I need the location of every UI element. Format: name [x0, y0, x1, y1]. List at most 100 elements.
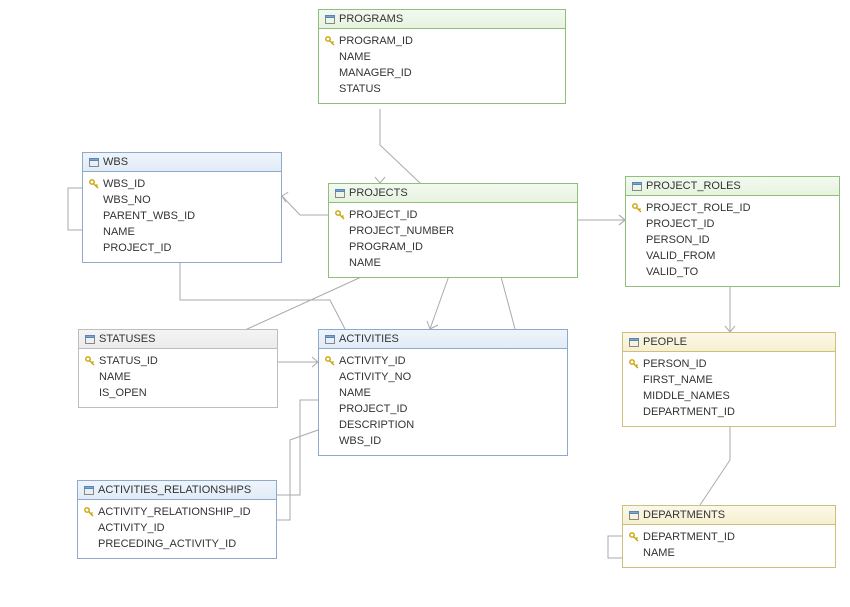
column-row: ACTIVITY_NO: [325, 369, 561, 385]
column-name: STATUS: [339, 81, 381, 97]
column-name: NAME: [103, 224, 135, 240]
entity-columns: STATUS_IDNAMEIS_OPEN: [79, 349, 277, 407]
entity-columns: DEPARTMENT_IDNAME: [623, 525, 835, 567]
column-row: PROJECT_ID: [89, 240, 275, 256]
column-name: DEPARTMENT_ID: [643, 529, 735, 545]
table-icon: [89, 158, 99, 167]
column-name: MIDDLE_NAMES: [643, 388, 730, 404]
column-name: PRECEDING_ACTIVITY_ID: [98, 536, 236, 552]
column-row: DESCRIPTION: [325, 417, 561, 433]
column-row: MANAGER_ID: [325, 65, 559, 81]
entity-columns: PERSON_IDFIRST_NAMEMIDDLE_NAMESDEPARTMEN…: [623, 352, 835, 426]
column-name: FIRST_NAME: [643, 372, 713, 388]
primary-key-icon: [89, 179, 99, 189]
column-row: ACTIVITY_ID: [84, 520, 270, 536]
entity-header: PROGRAMS: [319, 10, 565, 29]
column-row: DEPARTMENT_ID: [629, 529, 829, 545]
entity-columns: WBS_IDWBS_NOPARENT_WBS_IDNAMEPROJECT_ID: [83, 172, 281, 262]
column-row: VALID_TO: [632, 264, 833, 280]
column-row: NAME: [325, 385, 561, 401]
column-row: PROGRAM_ID: [325, 33, 559, 49]
entity-header: ACTIVITIES_RELATIONSHIPS: [78, 481, 276, 500]
column-row: STATUS: [325, 81, 559, 97]
column-name: ACTIVITY_ID: [339, 353, 406, 369]
column-name: PROGRAM_ID: [339, 33, 413, 49]
column-row: MIDDLE_NAMES: [629, 388, 829, 404]
column-name: NAME: [339, 385, 371, 401]
entity-header: WBS: [83, 153, 281, 172]
column-name: WBS_ID: [339, 433, 381, 449]
column-row: PROJECT_ROLE_ID: [632, 200, 833, 216]
entity-title: PEOPLE: [643, 336, 687, 348]
entity-header: PROJECT_ROLES: [626, 177, 839, 196]
column-name: PROJECT_ID: [646, 216, 714, 232]
primary-key-icon: [85, 356, 95, 366]
table-icon: [84, 486, 94, 495]
entity-people[interactable]: PEOPLE PERSON_IDFIRST_NAMEMIDDLE_NAMESDE…: [622, 332, 836, 427]
entity-title: PROJECT_ROLES: [646, 180, 741, 192]
entity-activities[interactable]: ACTIVITIES ACTIVITY_IDACTIVITY_NONAMEPRO…: [318, 329, 568, 456]
column-name: PROJECT_ID: [103, 240, 171, 256]
table-icon: [85, 335, 95, 344]
column-row: ACTIVITY_RELATIONSHIP_ID: [84, 504, 270, 520]
column-name: PROJECT_NUMBER: [349, 223, 454, 239]
column-name: PERSON_ID: [643, 356, 707, 372]
column-row: NAME: [89, 224, 275, 240]
column-name: DEPARTMENT_ID: [643, 404, 735, 420]
primary-key-icon: [335, 210, 345, 220]
column-row: STATUS_ID: [85, 353, 271, 369]
entity-project-roles[interactable]: PROJECT_ROLES PROJECT_ROLE_IDPROJECT_IDP…: [625, 176, 840, 287]
column-name: WBS_NO: [103, 192, 151, 208]
column-row: PERSON_ID: [632, 232, 833, 248]
entity-programs[interactable]: PROGRAMS PROGRAM_IDNAMEMANAGER_IDSTATUS: [318, 9, 566, 104]
entity-header: ACTIVITIES: [319, 330, 567, 349]
entity-departments[interactable]: DEPARTMENTS DEPARTMENT_IDNAME: [622, 505, 836, 568]
column-row: PROGRAM_ID: [335, 239, 571, 255]
column-name: NAME: [643, 545, 675, 561]
column-name: PARENT_WBS_ID: [103, 208, 195, 224]
column-name: NAME: [339, 49, 371, 65]
column-row: NAME: [325, 49, 559, 65]
entity-header: PEOPLE: [623, 333, 835, 352]
primary-key-icon: [325, 36, 335, 46]
entity-columns: ACTIVITY_IDACTIVITY_NONAMEPROJECT_IDDESC…: [319, 349, 567, 455]
column-row: PERSON_ID: [629, 356, 829, 372]
entity-title: ACTIVITIES: [339, 333, 399, 345]
column-row: PRECEDING_ACTIVITY_ID: [84, 536, 270, 552]
primary-key-icon: [632, 203, 642, 213]
table-icon: [325, 15, 335, 24]
table-icon: [632, 182, 642, 191]
column-name: PERSON_ID: [646, 232, 710, 248]
column-row: VALID_FROM: [632, 248, 833, 264]
entity-wbs[interactable]: WBS WBS_IDWBS_NOPARENT_WBS_IDNAMEPROJECT…: [82, 152, 282, 263]
column-name: PROJECT_ID: [349, 207, 417, 223]
column-name: ACTIVITY_NO: [339, 369, 411, 385]
entity-title: STATUSES: [99, 333, 155, 345]
primary-key-icon: [325, 356, 335, 366]
column-name: ACTIVITY_RELATIONSHIP_ID: [98, 504, 251, 520]
column-name: VALID_TO: [646, 264, 698, 280]
entity-statuses[interactable]: STATUSES STATUS_IDNAMEIS_OPEN: [78, 329, 278, 408]
column-row: DEPARTMENT_ID: [629, 404, 829, 420]
column-row: NAME: [629, 545, 829, 561]
table-icon: [325, 335, 335, 344]
column-row: FIRST_NAME: [629, 372, 829, 388]
entity-projects[interactable]: PROJECTS PROJECT_IDPROJECT_NUMBERPROGRAM…: [328, 183, 578, 278]
column-row: NAME: [335, 255, 571, 271]
entity-columns: PROJECT_IDPROJECT_NUMBERPROGRAM_IDNAME: [329, 203, 577, 277]
entity-title: DEPARTMENTS: [643, 509, 725, 521]
column-name: WBS_ID: [103, 176, 145, 192]
entity-header: DEPARTMENTS: [623, 506, 835, 525]
entity-activities-relationships[interactable]: ACTIVITIES_RELATIONSHIPS ACTIVITY_RELATI…: [77, 480, 277, 559]
table-icon: [629, 338, 639, 347]
entity-title: ACTIVITIES_RELATIONSHIPS: [98, 484, 251, 496]
column-name: NAME: [349, 255, 381, 271]
column-row: WBS_ID: [89, 176, 275, 192]
entity-header: STATUSES: [79, 330, 277, 349]
column-row: IS_OPEN: [85, 385, 271, 401]
column-row: ACTIVITY_ID: [325, 353, 561, 369]
primary-key-icon: [84, 507, 94, 517]
column-name: STATUS_ID: [99, 353, 158, 369]
table-icon: [335, 189, 345, 198]
column-row: PROJECT_ID: [632, 216, 833, 232]
